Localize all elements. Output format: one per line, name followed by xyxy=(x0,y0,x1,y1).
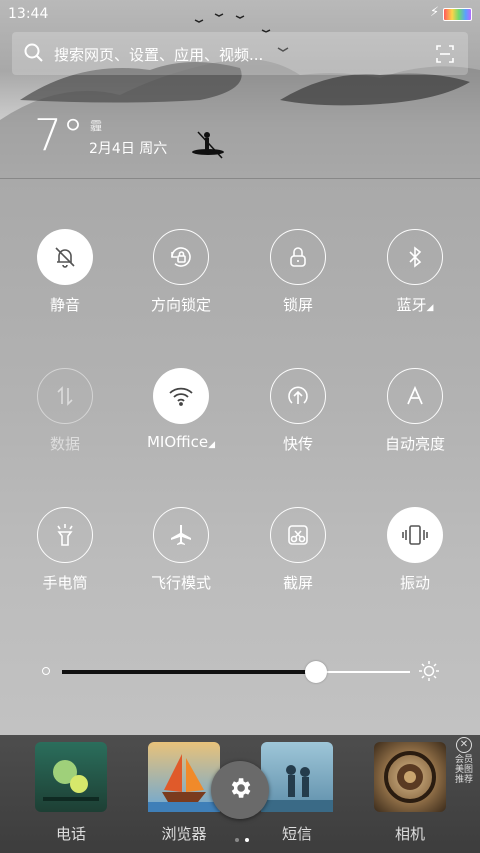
toggle-label: 快传 xyxy=(282,435,313,453)
toggle-lock-screen[interactable]: 锁屏 xyxy=(238,229,358,315)
screenshot-icon xyxy=(270,507,326,563)
brightness-low-icon xyxy=(42,667,50,675)
ad-text: 会员美图推荐 xyxy=(454,755,473,785)
dock-label-camera: 相机 xyxy=(394,825,425,843)
dock-label-browser: 浏览器 xyxy=(161,825,207,843)
gear-icon xyxy=(227,775,253,805)
auto-brightness-icon xyxy=(387,368,443,424)
rotation-lock-icon xyxy=(153,229,209,285)
brightness-high-icon xyxy=(418,660,440,686)
toggle-rotation-lock[interactable]: 方向锁定 xyxy=(121,229,241,315)
page-indicator xyxy=(232,827,252,846)
close-icon[interactable]: ✕ xyxy=(456,737,472,753)
menu-triangle-icon: ◢ xyxy=(208,440,216,450)
menu-triangle-icon: ◢ xyxy=(426,303,434,313)
toggle-flashlight[interactable]: 手电筒 xyxy=(5,507,125,593)
wifi-icon xyxy=(153,368,209,424)
vibrate-icon xyxy=(387,507,443,563)
status-time: 13:44 xyxy=(8,6,49,22)
toggle-screenshot[interactable]: 截屏 xyxy=(238,507,358,593)
scan-icon[interactable] xyxy=(436,45,454,67)
brightness-fill xyxy=(62,670,317,674)
lightning-icon: ⚡ xyxy=(430,5,440,20)
toggle-mobile-data[interactable]: 数据 xyxy=(5,368,125,454)
toggle-silent[interactable]: 静音 xyxy=(5,229,125,315)
browser-app-icon[interactable] xyxy=(148,742,220,812)
page-dot-active xyxy=(245,838,249,842)
toggle-wifi[interactable]: MIOffice◢ xyxy=(121,368,241,451)
settings-button[interactable] xyxy=(211,761,269,819)
toggle-label: 振动 xyxy=(399,574,430,592)
toggle-label: 方向锁定 xyxy=(150,296,211,314)
brightness-slider[interactable] xyxy=(62,661,410,683)
toggle-label: 数据 xyxy=(49,435,80,453)
messages-app-icon[interactable] xyxy=(261,742,333,812)
bluetooth-icon xyxy=(387,229,443,285)
weather-date: 2月4日 周六 xyxy=(89,141,168,157)
camera-app-icon[interactable] xyxy=(374,742,446,812)
toggle-label: 飞行模式 xyxy=(150,574,211,592)
toggle-auto-brightness[interactable]: 自动亮度 xyxy=(355,368,475,454)
airplane-icon xyxy=(153,507,209,563)
weather-temperature: 7° xyxy=(34,110,84,161)
page-dot xyxy=(235,838,239,842)
toggle-label: 手电筒 xyxy=(42,574,88,592)
dock-label-phone: 电话 xyxy=(55,825,86,843)
battery-icon xyxy=(443,8,472,21)
toggle-quick-transfer[interactable]: 快传 xyxy=(238,368,358,454)
toggle-label: 静音 xyxy=(49,296,80,314)
lock-icon xyxy=(270,229,326,285)
toggle-label: 截屏 xyxy=(282,574,313,592)
search-placeholder: 搜索网页、设置、应用、视频... xyxy=(54,46,264,64)
toggle-label: 自动亮度 xyxy=(384,435,445,453)
toggle-label: 蓝牙◢ xyxy=(396,296,434,314)
brightness-thumb[interactable] xyxy=(305,661,328,683)
toggle-label: MIOffice◢ xyxy=(146,433,216,451)
toggle-airplane[interactable]: 飞行模式 xyxy=(121,507,241,593)
search-icon xyxy=(24,43,44,67)
search-bar[interactable]: 搜索网页、设置、应用、视频... xyxy=(12,32,468,75)
phone-app-icon[interactable] xyxy=(35,742,107,812)
share-upload-icon xyxy=(270,368,326,424)
bell-off-icon xyxy=(37,229,93,285)
flashlight-icon xyxy=(37,507,93,563)
status-bar: 13:44 ⚡ xyxy=(0,0,480,28)
dock-label-messages: 短信 xyxy=(281,825,312,843)
weather-condition: 霾 xyxy=(90,119,103,133)
toggle-bluetooth[interactable]: 蓝牙◢ xyxy=(355,229,475,315)
toggle-label: 锁屏 xyxy=(282,296,313,314)
toggle-vibrate[interactable]: 振动 xyxy=(355,507,475,593)
ad-badge[interactable]: ✕ 会员美图推荐 xyxy=(452,735,476,785)
mobile-data-icon xyxy=(37,368,93,424)
